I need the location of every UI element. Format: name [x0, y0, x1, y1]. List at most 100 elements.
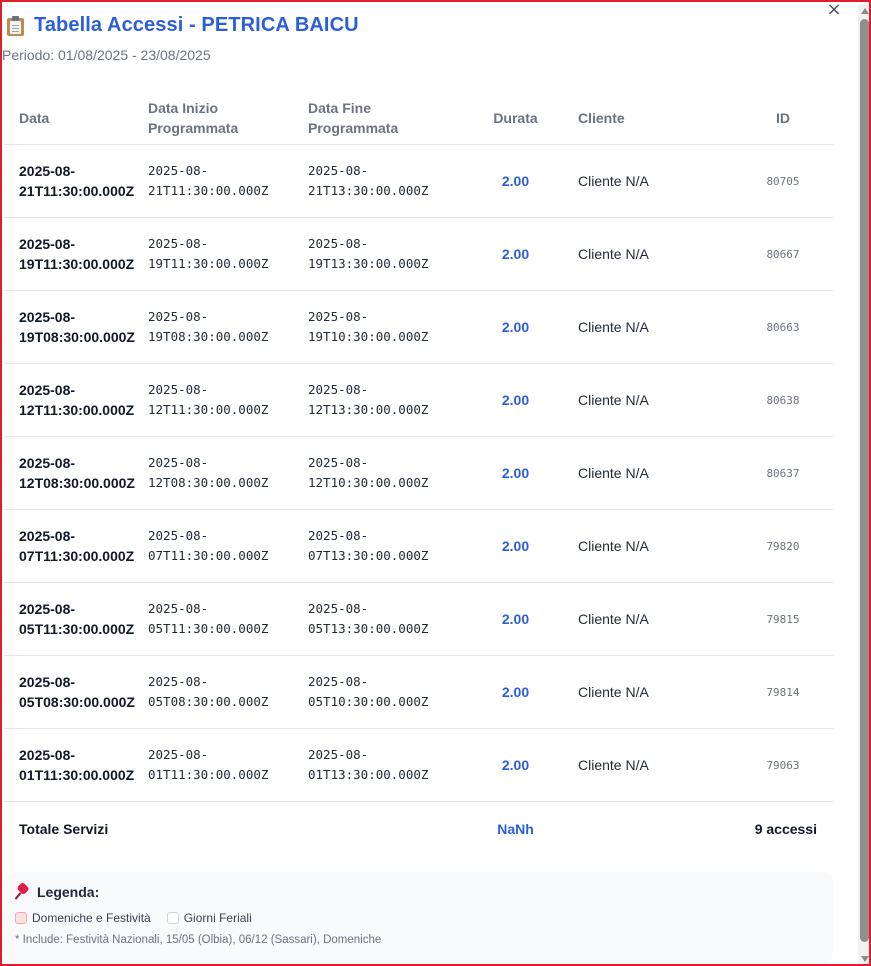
cell-id: 80705 — [766, 174, 800, 188]
table-row: 2025-08- 12T11:30:00.000Z 2025-08- 12T11:3… — [4, 364, 833, 437]
title-row: Tabella Accessi - PETRICA BAICU — [7, 14, 359, 37]
totals-hours: NaNh — [497, 821, 534, 837]
cell-data: 2025-08- 12T11:30:00.000Z — [19, 382, 135, 418]
legend-items: Domeniche e Festività Giorni Feriali — [15, 911, 824, 925]
cell-data: 2025-08- 12T08:30:00.000Z — [19, 455, 135, 491]
header-data-fine: Data Fine Programmata — [308, 98, 468, 138]
cell-durata: 2.00 — [501, 392, 530, 408]
scroll-up-arrow-icon[interactable] — [861, 8, 869, 14]
table-row: 2025-08- 05T11:30:00.000Z 2025-08- 05T11:3… — [4, 583, 833, 656]
cell-cliente: Cliente N/A — [578, 465, 649, 481]
scrollbar-thumb[interactable] — [860, 19, 869, 942]
cell-cliente: Cliente N/A — [578, 684, 649, 700]
header-durata: Durata — [493, 110, 538, 126]
header-data-fine-line1: Data Fine — [308, 100, 372, 116]
cell-fine: 2025-08- 05T10:30:00.000Z — [308, 674, 429, 709]
table-row: 2025-08- 12T08:30:00.000Z 2025-08- 12T08:3… — [4, 437, 833, 510]
cell-durata: 2.00 — [501, 246, 530, 262]
legend-note: * Include: Festività Nazionali, 15/05 (O… — [15, 934, 382, 946]
scrollbar[interactable] — [858, 4, 869, 964]
weekday-swatch — [166, 912, 179, 924]
totals-count: 9 accessi — [754, 821, 817, 837]
cell-durata: 2.00 — [501, 611, 530, 627]
cell-inizio: 2025-08- 07T11:30:00.000Z — [148, 528, 269, 563]
cell-fine: 2025-08- 21T13:30:00.000Z — [308, 163, 429, 198]
access-table: Data Data Inizio Programmata Data Fine P… — [4, 92, 833, 856]
legend-title-row: Legenda: — [14, 881, 824, 900]
cell-inizio: 2025-08- 01T11:30:00.000Z — [148, 747, 269, 782]
legend-item-festive: Domeniche e Festività — [15, 911, 151, 925]
cell-fine: 2025-08- 12T10:30:00.000Z — [308, 455, 429, 490]
festive-swatch — [15, 912, 27, 924]
cell-durata: 2.00 — [501, 538, 530, 554]
cell-fine: 2025-08- 19T13:30:00.000Z — [308, 236, 429, 271]
cell-inizio: 2025-08- 12T08:30:00.000Z — [148, 455, 269, 490]
cell-id: 79815 — [766, 612, 800, 626]
cell-data: 2025-08- 05T11:30:00.000Z — [19, 601, 135, 637]
cell-durata: 2.00 — [501, 465, 530, 481]
legend-item-label: Giorni Feriali — [183, 911, 252, 925]
table-row: 2025-08- 21T11:30:00.000Z 2025-08- 21T11:3… — [4, 145, 833, 218]
cell-cliente: Cliente N/A — [578, 246, 649, 262]
cell-id: 79063 — [766, 758, 800, 772]
modal-header: Tabella Accessi - PETRICA BAICU — [7, 14, 359, 37]
header-data-inizio-line1: Data Inizio — [148, 100, 219, 116]
header-id: ID — [776, 110, 790, 126]
legend: Legenda: Domeniche e Festività Giorni Fe… — [6, 872, 833, 964]
legend-title: Legenda: — [37, 884, 100, 900]
table-row: 2025-08- 01T11:30:00.000Z 2025-08- 01T11:3… — [4, 729, 833, 802]
cell-data: 2025-08- 07T11:30:00.000Z — [19, 528, 135, 564]
cell-durata: 2.00 — [501, 757, 530, 773]
cell-fine: 2025-08- 01T13:30:00.000Z — [308, 747, 429, 782]
cell-cliente: Cliente N/A — [578, 392, 649, 408]
cell-cliente: Cliente N/A — [578, 611, 649, 627]
table-header: Data Data Inizio Programmata Data Fine P… — [4, 92, 833, 145]
legend-item-weekday: Giorni Feriali — [166, 911, 252, 925]
period-label: Periodo: 01/08/2025 - 23/08/2025 — [2, 47, 211, 63]
cell-durata: 2.00 — [501, 173, 530, 189]
cell-inizio: 2025-08- 05T08:30:00.000Z — [148, 674, 269, 709]
cell-data: 2025-08- 19T11:30:00.000Z — [19, 236, 135, 272]
cell-inizio: 2025-08- 19T11:30:00.000Z — [148, 236, 269, 271]
header-cliente: Cliente — [578, 110, 625, 126]
cell-fine: 2025-08- 05T13:30:00.000Z — [308, 601, 429, 636]
cell-id: 79820 — [766, 539, 800, 553]
cell-cliente: Cliente N/A — [578, 319, 649, 335]
cell-data: 2025-08- 01T11:30:00.000Z — [19, 747, 135, 783]
pushpin-icon — [14, 881, 30, 900]
close-button[interactable]: × — [825, 2, 843, 20]
totals-row: Totale Servizi NaNh 9 accessi — [4, 802, 833, 856]
table-row: 2025-08- 07T11:30:00.000Z 2025-08- 07T11:3… — [4, 510, 833, 583]
cell-inizio: 2025-08- 12T11:30:00.000Z — [148, 382, 269, 417]
cell-id: 80663 — [766, 320, 800, 334]
table-row: 2025-08- 19T08:30:00.000Z 2025-08- 19T08:3… — [4, 291, 833, 364]
legend-item-label: Domeniche e Festività — [32, 911, 151, 925]
cell-fine: 2025-08- 19T10:30:00.000Z — [308, 309, 429, 344]
cell-inizio: 2025-08- 05T11:30:00.000Z — [148, 601, 269, 636]
cell-cliente: Cliente N/A — [578, 538, 649, 554]
cell-data: 2025-08- 21T11:30:00.000Z — [19, 163, 135, 199]
access-table-modal: × Tabella Accessi - PETRICA BAICU Period… — [0, 0, 871, 966]
cell-id: 80637 — [766, 466, 800, 480]
header-data: Data — [19, 110, 50, 126]
cell-id: 80667 — [766, 247, 800, 261]
modal-title: Tabella Accessi - PETRICA BAICU — [34, 14, 359, 36]
table-body: 2025-08- 21T11:30:00.000Z 2025-08- 21T11:3… — [4, 145, 833, 802]
header-data-inizio: Data Inizio Programmata — [148, 98, 308, 138]
cell-data: 2025-08- 19T08:30:00.000Z — [19, 309, 135, 345]
header-data-fine-line2: Programmata — [308, 120, 399, 136]
cell-fine: 2025-08- 07T13:30:00.000Z — [308, 528, 429, 563]
cell-id: 79814 — [766, 685, 800, 699]
cell-cliente: Cliente N/A — [578, 173, 649, 189]
scroll-down-arrow-icon[interactable] — [861, 956, 869, 962]
totals-label: Totale Servizi — [19, 821, 109, 837]
cell-data: 2025-08- 05T08:30:00.000Z — [19, 674, 135, 710]
table-row: 2025-08- 19T11:30:00.000Z 2025-08- 19T11:3… — [4, 218, 833, 291]
cell-durata: 2.00 — [501, 684, 530, 700]
cell-inizio: 2025-08- 19T08:30:00.000Z — [148, 309, 269, 344]
clipboard-icon — [7, 15, 24, 36]
header-data-inizio-line2: Programmata — [148, 120, 239, 136]
cell-durata: 2.00 — [501, 319, 530, 335]
cell-id: 80638 — [766, 393, 800, 407]
cell-cliente: Cliente N/A — [578, 757, 649, 773]
